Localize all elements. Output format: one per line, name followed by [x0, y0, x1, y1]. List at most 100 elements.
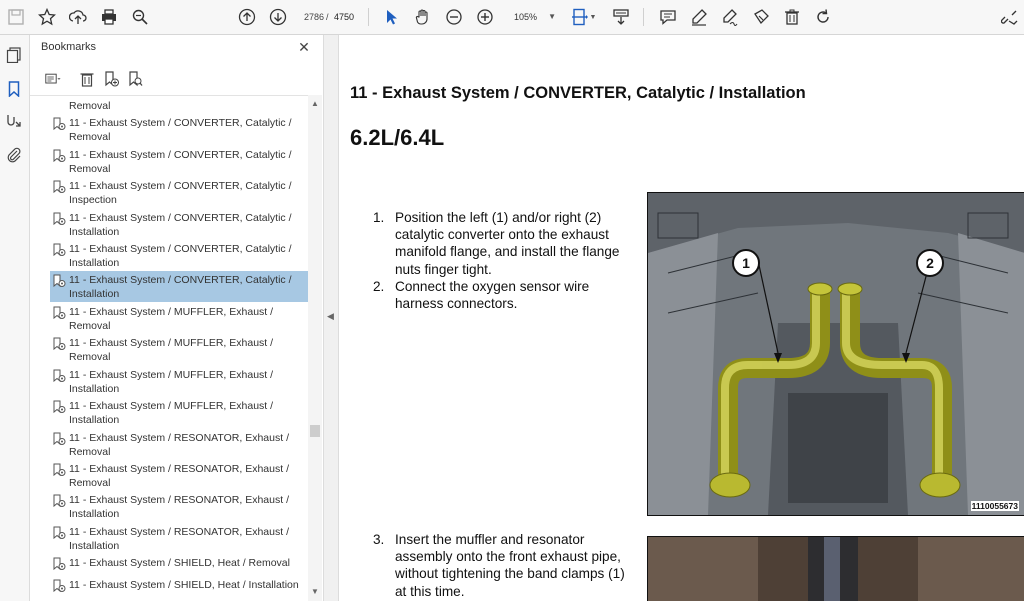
bookmark-label: Removal [69, 100, 111, 112]
delete-icon[interactable] [780, 5, 804, 29]
paperclip-icon[interactable] [4, 145, 24, 165]
list-item[interactable]: 11 - Exhaust System / RESONATOR, Exhaust… [50, 492, 308, 523]
sign-icon[interactable] [718, 5, 742, 29]
zoom-level-select[interactable]: 105% ▼ [508, 8, 556, 26]
attachment-signature-icon[interactable] [4, 111, 24, 131]
page-separator: / [326, 12, 329, 22]
exhaust-diagram-image: 1 2 1110055673 [647, 192, 1024, 516]
bookmark-label: 11 - Exhaust System / SHIELD, Heat / Ins… [69, 579, 299, 591]
bookmark-label: 11 - Exhaust System / RESONATOR, Exhaust… [69, 526, 289, 552]
zoom-in-icon[interactable] [473, 5, 497, 29]
list-item[interactable]: 11 - Exhaust System / MUFFLER, Exhaust /… [50, 304, 308, 335]
bookmark-icon [53, 243, 66, 257]
list-item[interactable]: 11 - Exhaust System / CONVERTER, Catalyt… [50, 178, 308, 209]
list-item[interactable]: 11 - Exhaust System / RESONATOR, Exhaust… [50, 524, 308, 555]
list-item[interactable]: 11 - Exhaust System / CONVERTER, Catalyt… [50, 147, 308, 178]
bookmarks-icon[interactable] [4, 79, 24, 99]
bookmark-icon [53, 526, 66, 540]
list-item[interactable]: 11 - Exhaust System / MUFFLER, Exhaust /… [50, 398, 308, 429]
list-item[interactable]: 11 - Exhaust System / CONVERTER, Catalyt… [50, 115, 308, 146]
bookmark-icon [53, 274, 66, 288]
step-number: 3. [373, 532, 385, 547]
scroll-up-icon[interactable]: ▲ [311, 99, 319, 108]
bookmark-icon [53, 212, 66, 226]
exhaust-illustration: 1 2 [648, 193, 1024, 515]
close-icon[interactable]: ✕ [296, 39, 312, 55]
main-toolbar: 2786 / 4750 105% ▼ ▼ [0, 0, 1024, 35]
toolbar-divider [368, 8, 369, 26]
muffler-photo-image [647, 536, 1024, 601]
bookmark-icon [53, 463, 66, 477]
page-title: 11 - Exhaust System / CONVERTER, Catalyt… [350, 84, 806, 102]
left-navigation-rail [0, 35, 30, 601]
step-item: 3. Insert the muffler and resonator asse… [373, 531, 638, 600]
chevron-left-icon[interactable]: ◀ [327, 311, 334, 322]
bookmark-label: 11 - Exhaust System / CONVERTER, Catalyt… [69, 243, 292, 269]
zoom-out-icon[interactable] [442, 5, 466, 29]
rotate-icon[interactable] [811, 5, 835, 29]
bookmark-icon [53, 180, 66, 194]
print-icon[interactable] [97, 5, 121, 29]
bookmark-icon [53, 557, 66, 571]
list-item[interactable]: 11 - Exhaust System / RESONATOR, Exhaust… [50, 430, 308, 461]
new-bookmark-icon[interactable] [100, 68, 122, 90]
bookmark-star-icon[interactable] [35, 5, 59, 29]
zoom-search-icon[interactable] [128, 5, 152, 29]
bookmark-label: 11 - Exhaust System / RESONATOR, Exhaust… [69, 432, 289, 458]
bookmark-icon [53, 306, 66, 320]
document-view: 11 - Exhaust System / CONVERTER, Catalyt… [339, 35, 1024, 601]
bookmark-label: 11 - Exhaust System / CONVERTER, Catalyt… [69, 149, 292, 175]
page-up-icon[interactable] [235, 5, 259, 29]
bookmark-icon [53, 432, 66, 446]
step-text: Position the left (1) and/or right (2) c… [395, 210, 620, 277]
comment-icon[interactable] [656, 5, 680, 29]
page-number-input[interactable]: 2786 [300, 8, 324, 26]
bookmark-icon [53, 369, 66, 383]
bookmark-icon [53, 400, 66, 414]
zoom-level-value: 105% [514, 12, 538, 22]
panel-collapse-handle[interactable]: ◀ [324, 35, 339, 601]
step-number: 1. [373, 210, 385, 225]
step-text: Insert the muffler and resonator assembl… [395, 532, 625, 599]
chevron-down-icon: ▼ [548, 12, 556, 21]
select-cursor-icon[interactable] [380, 5, 404, 29]
delete-bookmark-icon[interactable] [76, 68, 98, 90]
pages-icon[interactable] [4, 45, 24, 65]
list-item[interactable]: 11 - Exhaust System / MUFFLER, Exhaust /… [50, 335, 308, 366]
upload-icon[interactable] [66, 5, 90, 29]
list-item[interactable]: 11 - Exhaust System / CONVERTER, Catalyt… [50, 210, 308, 241]
list-item-selected[interactable]: 11 - Exhaust System / CONVERTER, Catalyt… [50, 271, 308, 302]
bookmark-icon [53, 494, 66, 508]
scroll-down-icon[interactable]: ▼ [311, 587, 319, 596]
list-item[interactable]: 11 - Exhaust System / SHIELD, Heat / Ins… [50, 577, 308, 602]
panel-title: Bookmarks [41, 41, 97, 53]
list-item[interactable]: 11 - Exhaust System / CONVERTER, Catalyt… [50, 241, 308, 272]
bookmark-label: 11 - Exhaust System / CONVERTER, Catalyt… [69, 212, 292, 238]
share-link-icon[interactable] [998, 5, 1022, 29]
scroll-mode-icon[interactable] [609, 5, 633, 29]
bookmarks-scrollbar[interactable]: ▲ ▼ [308, 95, 322, 601]
list-item[interactable]: 11 - Exhaust System / MUFFLER, Exhaust /… [50, 367, 308, 398]
save-icon[interactable] [4, 5, 28, 29]
scroll-thumb[interactable] [310, 425, 320, 437]
callout-1: 1 [742, 255, 750, 271]
bookmark-icon [53, 149, 66, 163]
bookmark-label: 11 - Exhaust System / CONVERTER, Catalyt… [69, 117, 292, 143]
bookmark-label: 11 - Exhaust System / RESONATOR, Exhaust… [69, 463, 289, 489]
list-item[interactable]: 11 - Exhaust System / RESONATOR, Exhaust… [50, 461, 308, 492]
highlight-pen-icon[interactable] [687, 5, 711, 29]
hand-icon[interactable] [411, 5, 435, 29]
step-number: 2. [373, 278, 385, 294]
bookmark-label: 11 - Exhaust System / SHIELD, Heat / Rem… [69, 557, 290, 569]
page-subtitle: 6.2L/6.4L [350, 125, 445, 150]
chevron-down-icon[interactable]: ▼ [588, 5, 598, 29]
stamp-icon[interactable] [749, 5, 773, 29]
step-text: Connect the oxygen sensor wire harness c… [395, 278, 590, 312]
bookmark-options-icon[interactable] [40, 68, 66, 90]
bookmark-icon [53, 117, 66, 131]
bookmarks-toolbar [30, 65, 323, 93]
page-down-icon[interactable] [266, 5, 290, 29]
procedure-steps: 3. Insert the muffler and resonator asse… [373, 531, 638, 600]
find-bookmark-icon[interactable] [124, 68, 146, 90]
bookmarks-list: Removal 11 - Exhaust System / CONVERTER,… [30, 95, 308, 602]
